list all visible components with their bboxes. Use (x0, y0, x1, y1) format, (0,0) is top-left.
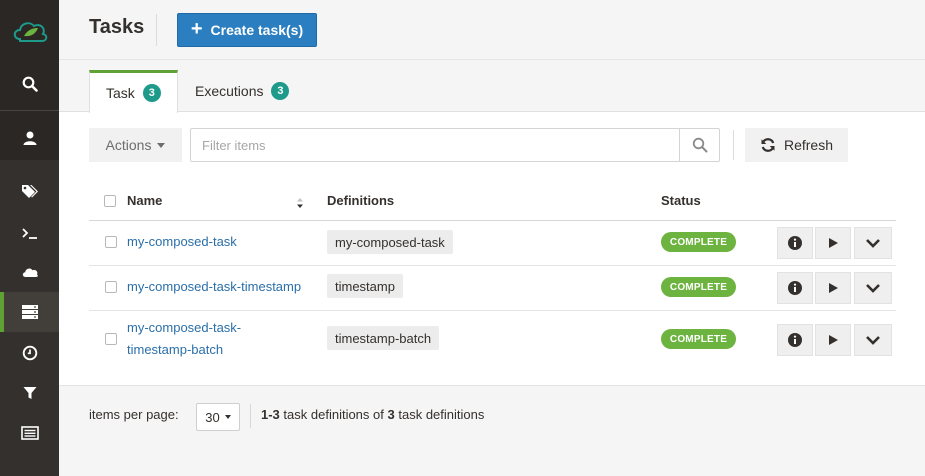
refresh-label: Refresh (783, 137, 834, 153)
sidebar-item-jobs[interactable] (0, 333, 59, 373)
more-actions-button[interactable] (854, 324, 892, 356)
chevron-down-icon (866, 336, 880, 345)
more-actions-button[interactable] (854, 272, 892, 304)
sidebar-item-analytics[interactable] (0, 373, 59, 413)
pagination-footer (59, 386, 925, 476)
play-icon (829, 283, 838, 293)
tab-executions-count-badge: 3 (271, 82, 290, 100)
actions-label: Actions (105, 137, 152, 153)
toolbar-divider (733, 130, 734, 160)
info-icon (788, 281, 802, 295)
header-divider (156, 14, 157, 46)
table-header-divider (89, 220, 896, 221)
sidebar-item-streams[interactable] (0, 252, 59, 292)
info-button[interactable] (777, 324, 813, 356)
column-header-status: Status (661, 193, 701, 208)
task-name-line: timestamp-batch (127, 342, 224, 357)
cloud-icon (22, 268, 38, 277)
row-divider (89, 310, 896, 311)
column-header-definitions: Definitions (327, 193, 395, 208)
info-button[interactable] (777, 227, 813, 259)
search-icon (22, 76, 38, 92)
server-icon (21, 305, 38, 319)
create-tasks-label: Create task(s) (210, 22, 304, 38)
pagination-range: 1-3 (261, 407, 280, 422)
info-button[interactable] (777, 272, 813, 304)
task-name-link[interactable]: my-composed-task-timestamp (127, 276, 301, 298)
plus-icon: + (190, 18, 203, 40)
app-logo[interactable] (0, 0, 59, 60)
items-per-page-select[interactable]: 30 (196, 403, 240, 431)
play-icon (829, 335, 838, 345)
sort-icon[interactable] (296, 197, 304, 209)
tab-task[interactable]: Task 3 (89, 70, 178, 113)
launch-button[interactable] (815, 272, 851, 304)
filter-input[interactable] (191, 129, 681, 161)
filter-box (190, 128, 720, 162)
task-definition: timestamp-batch (327, 326, 440, 350)
sidebar-item-audit[interactable] (0, 413, 59, 453)
search-icon (692, 137, 707, 153)
items-per-page-label: items per page: (89, 407, 179, 422)
items-per-page-value: 30 (205, 409, 220, 425)
info-icon (788, 333, 802, 347)
chevron-down-icon (866, 239, 880, 248)
play-icon (829, 238, 838, 248)
info-icon (788, 236, 802, 250)
refresh-button[interactable]: Refresh (745, 128, 848, 162)
caret-down-icon (224, 415, 231, 419)
filter-search-button[interactable] (679, 129, 719, 161)
task-definition: timestamp (327, 274, 403, 298)
create-tasks-button[interactable]: + Create task(s) (177, 13, 317, 47)
row-checkbox[interactable] (105, 281, 117, 293)
more-actions-button[interactable] (854, 227, 892, 259)
pagination-suffix: task definitions (398, 407, 485, 422)
status-badge: COMPLETE (661, 329, 736, 349)
sidebar (0, 0, 59, 476)
tab-task-label: Task (106, 85, 135, 101)
sidebar-item-apps[interactable] (0, 172, 59, 212)
sidebar-item-user[interactable] (0, 118, 59, 158)
column-header-name[interactable]: Name (127, 193, 162, 208)
tab-executions-label: Executions (195, 83, 264, 99)
pagination-summary: 1-3 task definitions of 3 task definitio… (261, 407, 484, 422)
footer-separator (250, 404, 251, 428)
clock-icon (22, 345, 37, 361)
chevron-down-icon (866, 284, 880, 293)
sidebar-item-tasks[interactable] (0, 292, 59, 332)
task-definition: my-composed-task (327, 230, 453, 254)
launch-button[interactable] (815, 227, 851, 259)
list-icon (20, 426, 39, 440)
user-icon (23, 131, 36, 145)
row-divider (89, 265, 896, 266)
status-badge: COMPLETE (661, 232, 736, 252)
tab-executions[interactable]: Executions 3 (179, 70, 305, 112)
filter-icon (23, 387, 36, 399)
launch-button[interactable] (815, 324, 851, 356)
sidebar-item-search[interactable] (0, 64, 59, 104)
task-name-line: my-composed-task- (127, 320, 242, 335)
pagination-middle: task definitions of (283, 407, 384, 422)
page-header: Tasks + Create task(s) (59, 0, 925, 60)
sidebar-item-runtime[interactable] (0, 213, 59, 253)
task-name-link[interactable]: my-composed-task (127, 231, 237, 253)
tab-task-count-badge: 3 (142, 84, 161, 102)
task-name-link[interactable]: my-composed-task- timestamp-batch (127, 317, 241, 361)
status-badge: COMPLETE (661, 277, 736, 297)
page-title: Tasks (89, 16, 145, 38)
tab-bar: Task 3 Executions 3 (59, 60, 925, 113)
terminal-icon (21, 228, 37, 239)
row-checkbox[interactable] (105, 333, 117, 345)
caret-down-icon (157, 142, 166, 148)
sidebar-divider (0, 110, 59, 111)
spring-cloud-logo-icon (13, 22, 47, 42)
pagination-total: 3 (387, 407, 395, 422)
tags-icon (21, 185, 38, 198)
actions-dropdown[interactable]: Actions (89, 128, 182, 162)
refresh-icon (761, 138, 775, 152)
row-checkbox[interactable] (105, 236, 117, 248)
select-all-checkbox[interactable] (104, 195, 116, 207)
